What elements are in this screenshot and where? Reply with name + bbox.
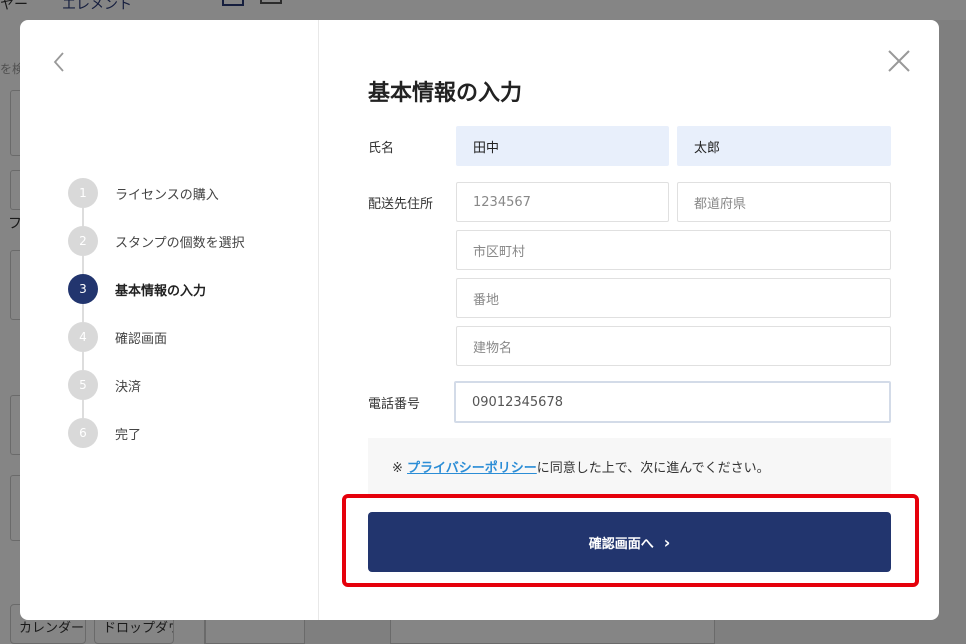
last-name-field[interactable]: 田中 bbox=[456, 126, 669, 166]
stepper-sidebar bbox=[20, 20, 319, 620]
street-field[interactable]: 番地 bbox=[456, 278, 891, 318]
privacy-notice: ※ プライバシーポリシーに同意した上で、次に進んでください。 bbox=[368, 438, 891, 494]
step-label: 確認画面 bbox=[115, 331, 168, 347]
step-connector bbox=[82, 400, 84, 418]
step-2: 2 スタンプの個数を選択 bbox=[68, 226, 245, 256]
close-button[interactable] bbox=[886, 48, 912, 74]
notice-prefix: ※ bbox=[392, 461, 408, 476]
step-number: 1 bbox=[68, 178, 98, 208]
phone-field[interactable]: 09012345678 bbox=[454, 381, 891, 423]
step-1: 1 ライセンスの購入 bbox=[68, 178, 219, 208]
chevron-left-icon bbox=[53, 52, 64, 72]
step-number: 6 bbox=[68, 418, 98, 448]
step-connector bbox=[82, 304, 84, 322]
step-4: 4 確認画面 bbox=[68, 322, 167, 352]
step-connector bbox=[82, 208, 84, 226]
step-number-active: 3 bbox=[68, 274, 98, 304]
step-label: 完了 bbox=[115, 427, 142, 443]
notice-suffix: に同意した上で、次に進んでください。 bbox=[536, 461, 770, 476]
name-label: 氏名 bbox=[368, 141, 395, 156]
step-5: 5 決済 bbox=[68, 370, 141, 400]
step-label: ライセンスの購入 bbox=[115, 187, 219, 203]
step-3: 3 基本情報の入力 bbox=[68, 274, 206, 304]
step-label: スタンプの個数を選択 bbox=[115, 235, 245, 251]
highlight-annotation bbox=[342, 494, 919, 587]
building-field[interactable]: 建物名 bbox=[456, 326, 891, 366]
step-number: 4 bbox=[68, 322, 98, 352]
privacy-policy-link[interactable]: プライバシーポリシー bbox=[407, 461, 537, 476]
first-name-field[interactable]: 太郎 bbox=[677, 126, 891, 166]
address-label: 配送先住所 bbox=[368, 197, 434, 212]
prefecture-field[interactable]: 都道府県 bbox=[677, 182, 891, 222]
phone-label: 電話番号 bbox=[368, 397, 421, 412]
step-label-active: 基本情報の入力 bbox=[115, 283, 207, 299]
step-label: 決済 bbox=[115, 379, 142, 395]
step-6: 6 完了 bbox=[68, 418, 141, 448]
close-icon bbox=[888, 50, 910, 72]
step-number: 2 bbox=[68, 226, 98, 256]
step-number: 5 bbox=[68, 370, 98, 400]
step-connector bbox=[82, 352, 84, 370]
city-field[interactable]: 市区町村 bbox=[456, 230, 891, 270]
back-button[interactable] bbox=[50, 50, 70, 74]
postal-code-field[interactable]: 1234567 bbox=[456, 182, 669, 222]
page-title: 基本情報の入力 bbox=[368, 81, 523, 106]
step-connector bbox=[82, 256, 84, 274]
